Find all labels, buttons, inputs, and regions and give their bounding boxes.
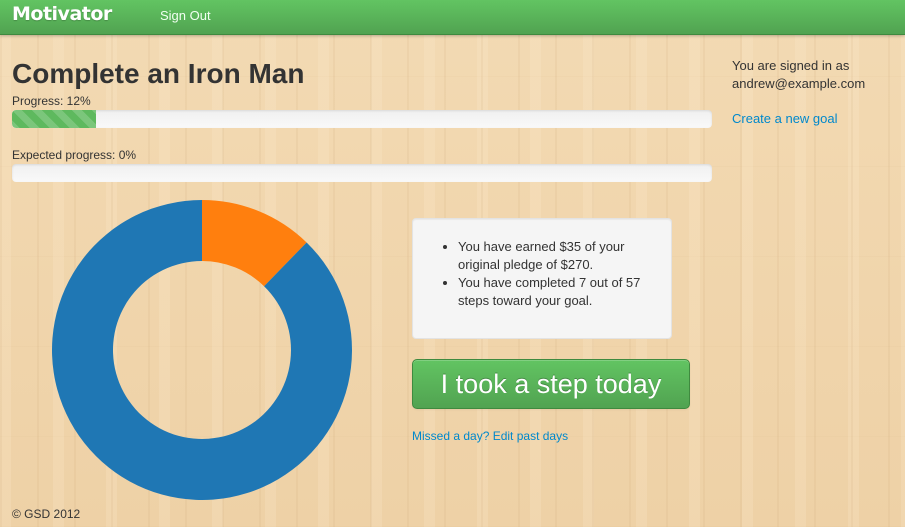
remaining-steps-slice — [52, 200, 352, 500]
expected-progress-label: Expected progress: 0% — [12, 148, 137, 162]
signed-in-info: You are signed in as andrew@example.com — [732, 57, 897, 93]
earned-summary: You have earned $35 of your original ple… — [458, 238, 657, 274]
expected-progress-bar — [12, 164, 712, 182]
progress-bar-fill — [12, 110, 96, 128]
sign-out-link[interactable]: Sign Out — [160, 8, 211, 23]
navbar: Motivator Sign Out — [0, 0, 905, 35]
brand-logo[interactable]: Motivator — [12, 3, 112, 25]
steps-summary: You have completed 7 out of 57 steps tow… — [458, 274, 657, 310]
edit-past-days-link[interactable]: Missed a day? Edit past days — [412, 429, 568, 443]
took-step-button[interactable]: I took a step today — [412, 359, 690, 409]
progress-donut-chart — [52, 200, 352, 500]
create-goal-link[interactable]: Create a new goal — [732, 111, 838, 126]
goal-title: Complete an Iron Man — [12, 58, 305, 89]
signed-in-text: You are signed in as — [732, 58, 850, 73]
progress-bar — [12, 110, 712, 128]
footer-copyright: © GSD 2012 — [12, 507, 81, 521]
progress-label: Progress: 12% — [12, 94, 91, 108]
summary-box: You have earned $35 of your original ple… — [412, 218, 672, 339]
user-email: andrew@example.com — [732, 76, 866, 91]
